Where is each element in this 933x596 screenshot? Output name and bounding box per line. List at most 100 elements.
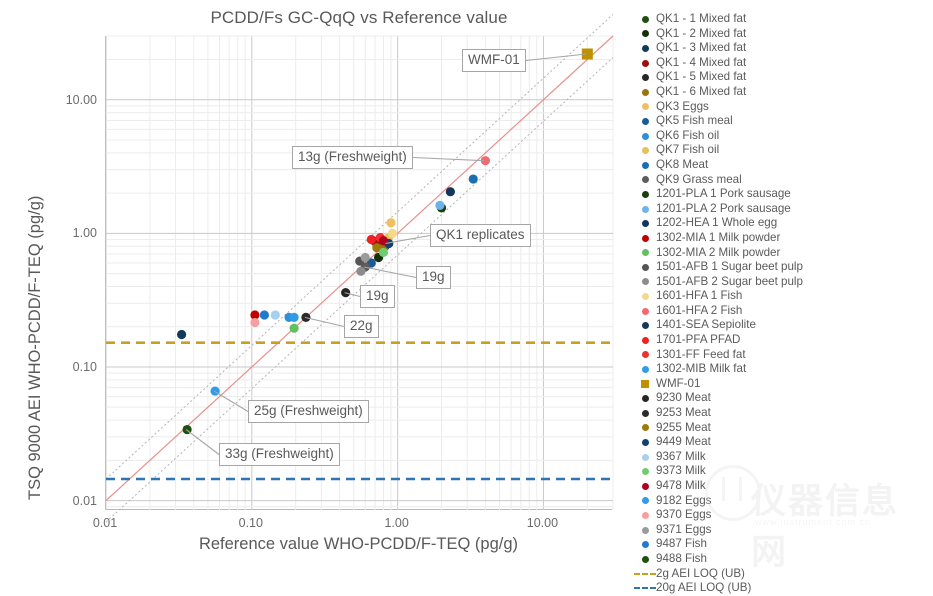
legend-item-label: 9371 Eggs <box>656 522 712 536</box>
legend-swatch <box>634 234 656 242</box>
legend-item[interactable]: QK1 - 6 Mixed fat <box>634 85 933 100</box>
x-tick-label: 10.00 <box>526 516 559 530</box>
legend-item[interactable]: QK1 - 5 Mixed fat <box>634 70 933 85</box>
chart-legend: QK1 - 1 Mixed fat QK1 - 2 Mixed fat QK1 - … <box>634 12 933 596</box>
legend-swatch <box>634 468 656 476</box>
legend-swatch <box>634 44 656 52</box>
data-point <box>480 156 491 166</box>
plot-area <box>105 14 614 523</box>
legend-item[interactable]: QK9 Grass meal <box>634 173 933 188</box>
legend-swatch <box>634 59 656 67</box>
legend-swatch <box>634 380 656 389</box>
legend-item[interactable]: 1201-PLA 1 Pork sausage <box>634 187 933 202</box>
legend-item[interactable]: 1302-MIA 1 Milk powder <box>634 231 933 246</box>
legend-item[interactable]: 1201-PLA 2 Pork sausage <box>634 202 933 217</box>
legend-item[interactable]: 1601-HFA 1 Fish <box>634 289 933 304</box>
legend-dot-icon <box>641 555 649 563</box>
data-point <box>378 236 389 246</box>
legend-item[interactable]: 9230 Meat <box>634 391 933 406</box>
legend-dot-icon <box>641 439 649 447</box>
legend-item[interactable]: 9370 Eggs <box>634 508 933 523</box>
legend-item[interactable]: 1202-HEA 1 Whole egg <box>634 216 933 231</box>
legend-item[interactable]: 9373 Milk <box>634 464 933 479</box>
chart-annotation-callout: 19g <box>416 266 451 289</box>
data-point <box>445 187 455 197</box>
legend-dot-icon <box>641 132 649 140</box>
legend-item[interactable]: 1701-PFA PFAD <box>634 333 933 348</box>
legend-item[interactable]: QK8 Meat <box>634 158 933 173</box>
legend-dashed-line-icon <box>634 572 656 575</box>
legend-item[interactable]: 1302-MIA 2 Milk powder <box>634 246 933 261</box>
legend-item[interactable]: 9449 Meat <box>634 435 933 450</box>
legend-swatch <box>634 497 656 505</box>
legend-item-label: 1501-AFB 1 Sugar beet pulp <box>656 260 803 274</box>
y-axis-title: TSQ 9000 AEI WHO-PCDD/F-TEQ (pg/g) <box>26 195 44 500</box>
legend-dot-icon <box>641 30 649 38</box>
legend-dot-icon <box>641 234 649 242</box>
legend-item[interactable]: QK1 - 2 Mixed fat <box>634 27 933 42</box>
legend-item[interactable]: 1401-SEA Sepiolite <box>634 318 933 333</box>
chart-annotation-callout: 19g <box>360 285 395 308</box>
legend-item[interactable]: 1302-MIB Milk fat <box>634 362 933 377</box>
legend-item-label: 20g AEI LOQ (UB) <box>656 581 752 595</box>
legend-dashed-line-icon <box>634 587 656 590</box>
legend-item[interactable]: WMF-01 <box>634 377 933 392</box>
legend-item[interactable]: 9478 Milk <box>634 479 933 494</box>
y-tick-label: 10.00 <box>65 92 97 107</box>
legend-item[interactable]: 9182 Eggs <box>634 494 933 509</box>
legend-dot-icon <box>641 351 649 359</box>
legend-item[interactable]: QK1 - 1 Mixed fat <box>634 12 933 27</box>
legend-item-label: QK1 - 6 Mixed fat <box>656 84 747 98</box>
legend-swatch <box>634 88 656 96</box>
legend-item[interactable]: 9371 Eggs <box>634 523 933 538</box>
x-tick-label: 0.10 <box>238 516 263 530</box>
legend-swatch <box>634 322 656 330</box>
legend-item[interactable]: QK3 Eggs <box>634 100 933 115</box>
legend-item-label: QK6 Fish oil <box>656 128 720 142</box>
chart-annotation-callout: 13g (Freshweight) <box>292 146 413 169</box>
legend-swatch <box>634 511 656 519</box>
data-point <box>387 228 397 238</box>
legend-item-label: 9478 Milk <box>656 479 706 492</box>
legend-swatch <box>634 424 656 432</box>
legend-dot-icon <box>641 409 649 417</box>
legend-item[interactable]: QK5 Fish meal <box>634 114 933 129</box>
legend-item[interactable]: QK6 Fish oil <box>634 129 933 144</box>
legend-swatch <box>634 278 656 286</box>
legend-item[interactable]: QK1 - 4 Mixed fat <box>634 56 933 71</box>
legend-item[interactable]: 1601-HFA 2 Fish <box>634 304 933 319</box>
data-point <box>289 312 299 322</box>
legend-dot-icon <box>641 366 649 374</box>
legend-item[interactable]: 9255 Meat <box>634 421 933 436</box>
legend-swatch <box>634 526 656 534</box>
legend-square-icon <box>641 380 649 389</box>
legend-swatch <box>634 176 656 184</box>
legend-item[interactable]: 1501-AFB 1 Sugar beet pulp <box>634 260 933 275</box>
legend-item[interactable]: 20g AEI LOQ (UB) <box>634 581 933 596</box>
legend-item[interactable]: 9487 Fish <box>634 537 933 552</box>
legend-item[interactable]: QK7 Fish oil <box>634 143 933 158</box>
legend-item-label: 9230 Meat <box>656 391 711 405</box>
legend-swatch <box>634 439 656 447</box>
legend-item[interactable]: 9367 Milk <box>634 450 933 465</box>
legend-item-label: 9253 Meat <box>656 406 711 420</box>
legend-item[interactable]: 9488 Fish <box>634 552 933 567</box>
chart-title: PCDD/Fs GC-QqQ vs Reference value <box>210 8 508 27</box>
data-point <box>356 266 366 276</box>
legend-dot-icon <box>641 249 649 257</box>
legend-item-label: 1202-HEA 1 Whole egg <box>656 216 778 230</box>
legend-item[interactable]: 1301-FF Feed fat <box>634 348 933 363</box>
data-point <box>360 252 370 263</box>
legend-dot-icon <box>641 117 649 125</box>
legend-item[interactable]: 9253 Meat <box>634 406 933 421</box>
legend-item[interactable]: QK1 - 3 Mixed fat <box>634 41 933 56</box>
data-point <box>182 424 192 435</box>
legend-item[interactable]: 1501-AFB 2 Sugar beet pulp <box>634 275 933 290</box>
legend-swatch <box>634 366 656 374</box>
legend-dot-icon <box>641 263 649 271</box>
legend-dot-icon <box>641 190 649 198</box>
legend-swatch <box>634 541 656 549</box>
legend-swatch <box>634 587 656 590</box>
legend-swatch <box>634 147 656 155</box>
legend-dot-icon <box>641 44 649 52</box>
